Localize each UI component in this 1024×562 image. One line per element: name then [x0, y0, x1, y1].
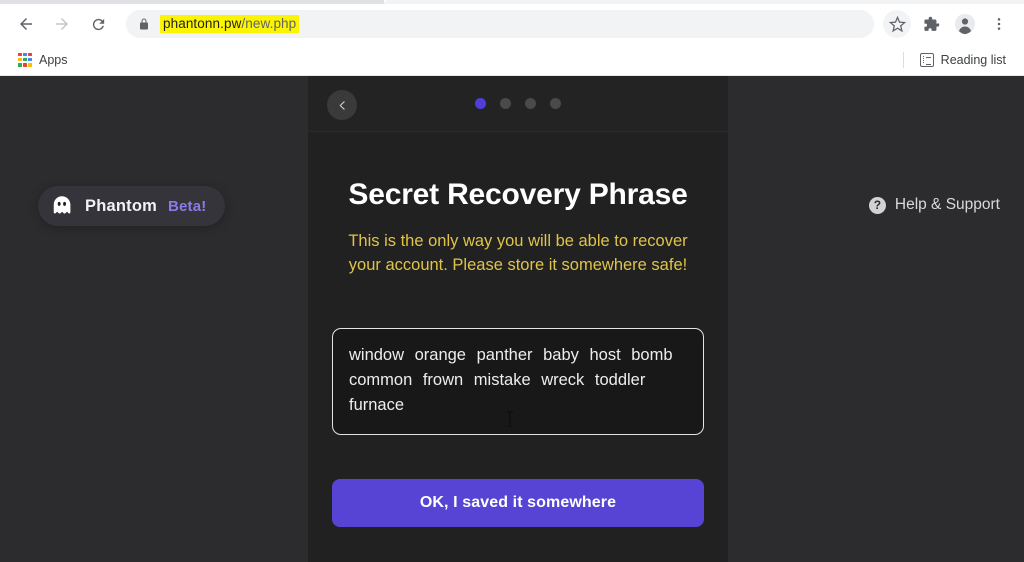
back-button[interactable]	[11, 9, 41, 39]
step-dot-3[interactable]	[525, 98, 536, 109]
phantom-brand-pill[interactable]: Phantom Beta!	[38, 186, 225, 226]
recovery-phrase-words: window orange panther baby host bomb com…	[349, 345, 673, 414]
bookmarks-bar: Apps Reading list	[0, 44, 1024, 76]
bookmark-star-icon[interactable]	[883, 10, 911, 38]
step-indicator	[308, 98, 728, 109]
browser-toolbar: phantonn.pw/new.php	[0, 4, 1024, 44]
step-dot-2[interactable]	[500, 98, 511, 109]
extensions-puzzle-icon[interactable]	[917, 10, 945, 38]
site-security-lock-icon	[138, 17, 150, 31]
help-and-support-label: Help & Support	[894, 196, 1000, 213]
warning-text: This is the only way you will be able to…	[348, 232, 688, 274]
bookmark-apps-label: Apps	[39, 52, 68, 67]
help-and-support-link[interactable]: ? Help & Support	[868, 196, 1000, 214]
apps-grid-icon	[18, 52, 32, 67]
step-dot-1[interactable]	[475, 98, 486, 109]
bookmarks-divider	[902, 51, 904, 68]
bookmark-apps[interactable]: Apps	[12, 50, 74, 70]
brand-beta-label: Beta!	[167, 197, 207, 215]
panel-body: Secret Recovery Phrase This is the only …	[308, 178, 728, 528]
reading-list-label: Reading list	[940, 52, 1006, 67]
panel-header	[308, 76, 728, 132]
forward-button[interactable]	[47, 9, 77, 39]
onboarding-panel: Secret Recovery Phrase This is the only …	[308, 76, 728, 562]
browser-chrome: phantonn.pw/new.php Apps Reading list	[0, 0, 1024, 76]
confirm-saved-button[interactable]: OK, I saved it somewhere	[332, 479, 704, 528]
chrome-menu-icon[interactable]	[985, 10, 1013, 38]
phantom-ghost-icon	[50, 194, 74, 218]
step-dot-4[interactable]	[550, 98, 561, 109]
url-domain: phantonn.pw	[163, 16, 242, 31]
text-cursor-icon	[507, 411, 512, 428]
page-title: Secret Recovery Phrase	[348, 178, 688, 211]
profile-avatar-icon[interactable]	[951, 10, 979, 38]
reading-list-icon	[919, 52, 934, 67]
recovery-phrase-box[interactable]: window orange panther baby host bomb com…	[332, 327, 704, 436]
reload-button[interactable]	[83, 9, 113, 39]
address-bar-url: phantonn.pw/new.php	[160, 15, 300, 33]
brand-name: Phantom	[85, 196, 157, 215]
address-bar[interactable]: phantonn.pw/new.php	[126, 10, 874, 38]
reading-list-button[interactable]: Reading list	[914, 50, 1012, 70]
url-path: /new.php	[241, 16, 297, 31]
question-mark-circle-icon: ?	[868, 196, 886, 214]
page-content: Phantom Beta! ? Help & Support Secret Re…	[0, 76, 1024, 562]
